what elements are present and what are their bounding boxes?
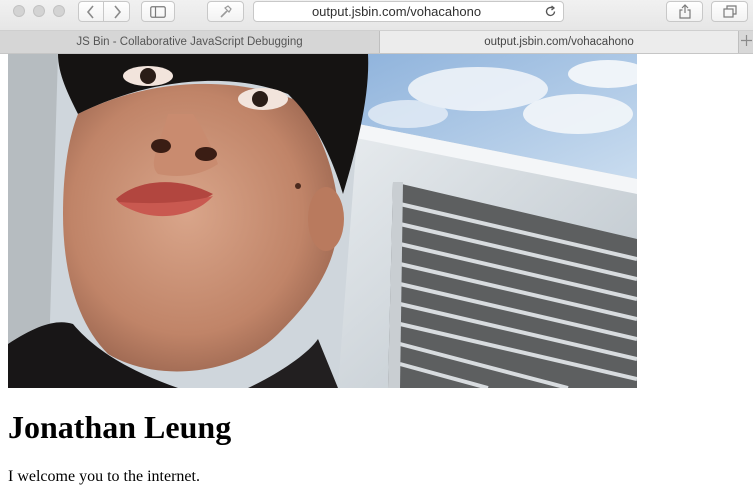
tabs-overview-icon	[722, 5, 737, 18]
hammer-icon	[219, 4, 233, 19]
profile-photo	[8, 54, 637, 388]
sidebar-button[interactable]	[141, 1, 175, 22]
page-heading: Jonathan Leung	[8, 409, 232, 445]
zoom-window-button[interactable]	[53, 5, 65, 17]
share-button[interactable]	[666, 1, 703, 22]
minimize-window-button[interactable]	[33, 5, 45, 17]
plus-icon	[740, 33, 752, 51]
back-button[interactable]	[78, 1, 104, 22]
address-bar[interactable]: output.jsbin.com/vohacahono	[253, 1, 564, 22]
chevron-right-icon	[112, 4, 122, 19]
address-text[interactable]: output.jsbin.com/vohacahono	[254, 4, 539, 19]
show-all-tabs-button[interactable]	[711, 1, 748, 22]
new-tab-button[interactable]	[738, 31, 753, 53]
page-content: Jonathan Leung I welcome you to the inte…	[0, 54, 753, 502]
share-icon	[678, 4, 691, 19]
browser-toolbar: output.jsbin.com/vohacahono	[0, 0, 753, 31]
chevron-left-icon	[86, 4, 96, 19]
welcome-paragraph: I welcome you to the internet.	[8, 468, 200, 485]
developer-tools-button[interactable]	[207, 1, 244, 22]
forward-button[interactable]	[103, 1, 130, 22]
close-window-button[interactable]	[13, 5, 25, 17]
sidebar-icon	[150, 5, 166, 18]
tab-output[interactable]: output.jsbin.com/vohacahono	[380, 31, 738, 53]
reload-icon[interactable]	[544, 5, 557, 23]
browser-window: output.jsbin.com/vohacahono JS Bin - Col…	[0, 0, 753, 502]
tab-jsbin[interactable]: JS Bin - Collaborative JavaScript Debugg…	[0, 31, 380, 53]
tab-bar: JS Bin - Collaborative JavaScript Debugg…	[0, 31, 753, 54]
